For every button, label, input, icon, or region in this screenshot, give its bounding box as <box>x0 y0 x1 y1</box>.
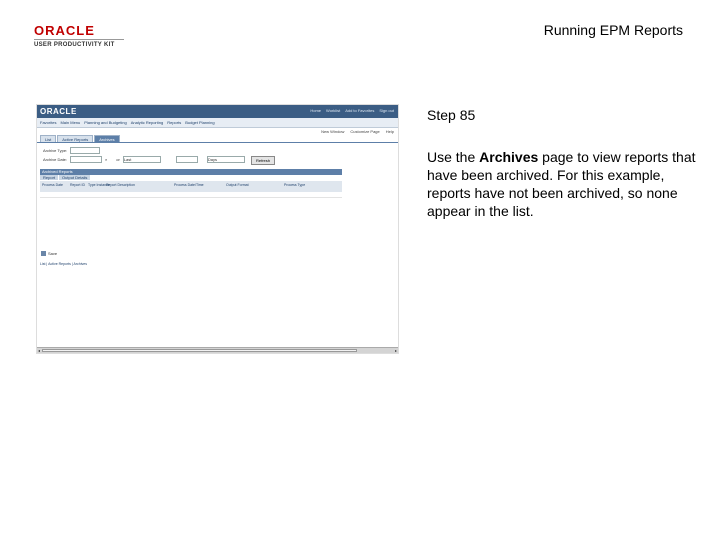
grid-tabs: Report Output Details <box>40 175 91 180</box>
top-link-worklist[interactable]: Worklist <box>326 108 340 113</box>
logo-brand: ORACLE <box>34 23 95 38</box>
save-icon <box>41 251 46 256</box>
menu-budget[interactable]: Budget Planning <box>185 120 214 125</box>
col-report-description[interactable]: Report Description <box>106 183 135 187</box>
top-link-signout[interactable]: Sign out <box>379 108 394 113</box>
days-count-input[interactable] <box>175 156 198 163</box>
logo-product: USER PRODUCTIVITY KIT <box>34 39 124 48</box>
grid-tab-report[interactable]: Report <box>40 175 59 180</box>
top-link-favorites[interactable]: Add to Favorites <box>345 108 374 113</box>
grid-tab-output-details[interactable]: Output Details <box>59 175 91 180</box>
step-text-before: Use the <box>427 149 480 165</box>
new-window-link[interactable]: New Window <box>321 129 344 134</box>
archive-type-row: Archive Type: <box>43 147 101 154</box>
menu-bar: Favorites Main Menu Planning and Budgeti… <box>37 118 398 128</box>
menu-main[interactable]: Main Menu <box>60 120 80 125</box>
menu-planning[interactable]: Planning and Budgeting <box>84 120 126 125</box>
col-output-format[interactable]: Output Format <box>226 183 249 187</box>
days-select[interactable]: Days <box>206 156 245 163</box>
bottom-links[interactable]: List | Active Reports | Archives <box>40 262 87 266</box>
archive-date-label: Archive Date: <box>43 157 68 162</box>
col-process-date[interactable]: Process Date <box>42 183 63 187</box>
menu-analytic[interactable]: Analytic Reporting <box>131 120 163 125</box>
or-label: or <box>116 157 120 162</box>
app-brand-bar: ORACLE Home Worklist Add to Favorites Si… <box>37 105 398 118</box>
col-process-datetime[interactable]: Process Date/Time <box>174 183 204 187</box>
refresh-button[interactable]: Refresh <box>251 156 275 165</box>
archive-type-label: Archive Type: <box>43 148 68 153</box>
tab-divider <box>37 142 398 143</box>
util-links: New Window Customize Page Help <box>321 129 394 134</box>
customize-page-link[interactable]: Customize Page <box>350 129 379 134</box>
grid-title: Archived Reports <box>42 169 73 174</box>
archives-screenshot: ORACLE Home Worklist Add to Favorites Si… <box>36 104 399 354</box>
menu-favorites[interactable]: Favorites <box>40 120 56 125</box>
menu-reports[interactable]: Reports <box>167 120 181 125</box>
archive-type-select[interactable] <box>70 147 101 154</box>
horizontal-scrollbar[interactable]: ◂ ▸ <box>37 347 398 353</box>
last-select[interactable]: Last <box>122 156 161 163</box>
oracle-upk-logo: ORACLE USER PRODUCTIVITY KIT <box>34 24 124 48</box>
step-description: Use the Archives page to view reports th… <box>427 148 697 220</box>
save-label: Save <box>48 251 58 256</box>
save-button[interactable]: Save <box>41 251 57 256</box>
table-row <box>40 192 342 198</box>
app-logo: ORACLE <box>40 107 77 116</box>
col-process-type[interactable]: Process Type <box>284 183 305 187</box>
col-report-id[interactable]: Report ID <box>70 183 85 187</box>
step-text-bold: Archives <box>479 149 539 165</box>
scroll-thumb[interactable] <box>42 349 357 352</box>
step-label: Step 85 <box>427 107 476 123</box>
lookup-icon[interactable]: ⌕ <box>105 157 107 162</box>
scroll-right-icon[interactable]: ▸ <box>395 348 397 353</box>
help-link[interactable]: Help <box>386 129 394 134</box>
slide-title: Running EPM Reports <box>543 22 683 38</box>
archive-date-row: Archive Date: ⌕ or Last Days <box>43 156 245 163</box>
archive-date-input[interactable] <box>70 156 103 163</box>
top-links: Home Worklist Add to Favorites Sign out <box>310 108 394 113</box>
scroll-left-icon[interactable]: ◂ <box>38 348 40 353</box>
top-link-home[interactable]: Home <box>310 108 321 113</box>
